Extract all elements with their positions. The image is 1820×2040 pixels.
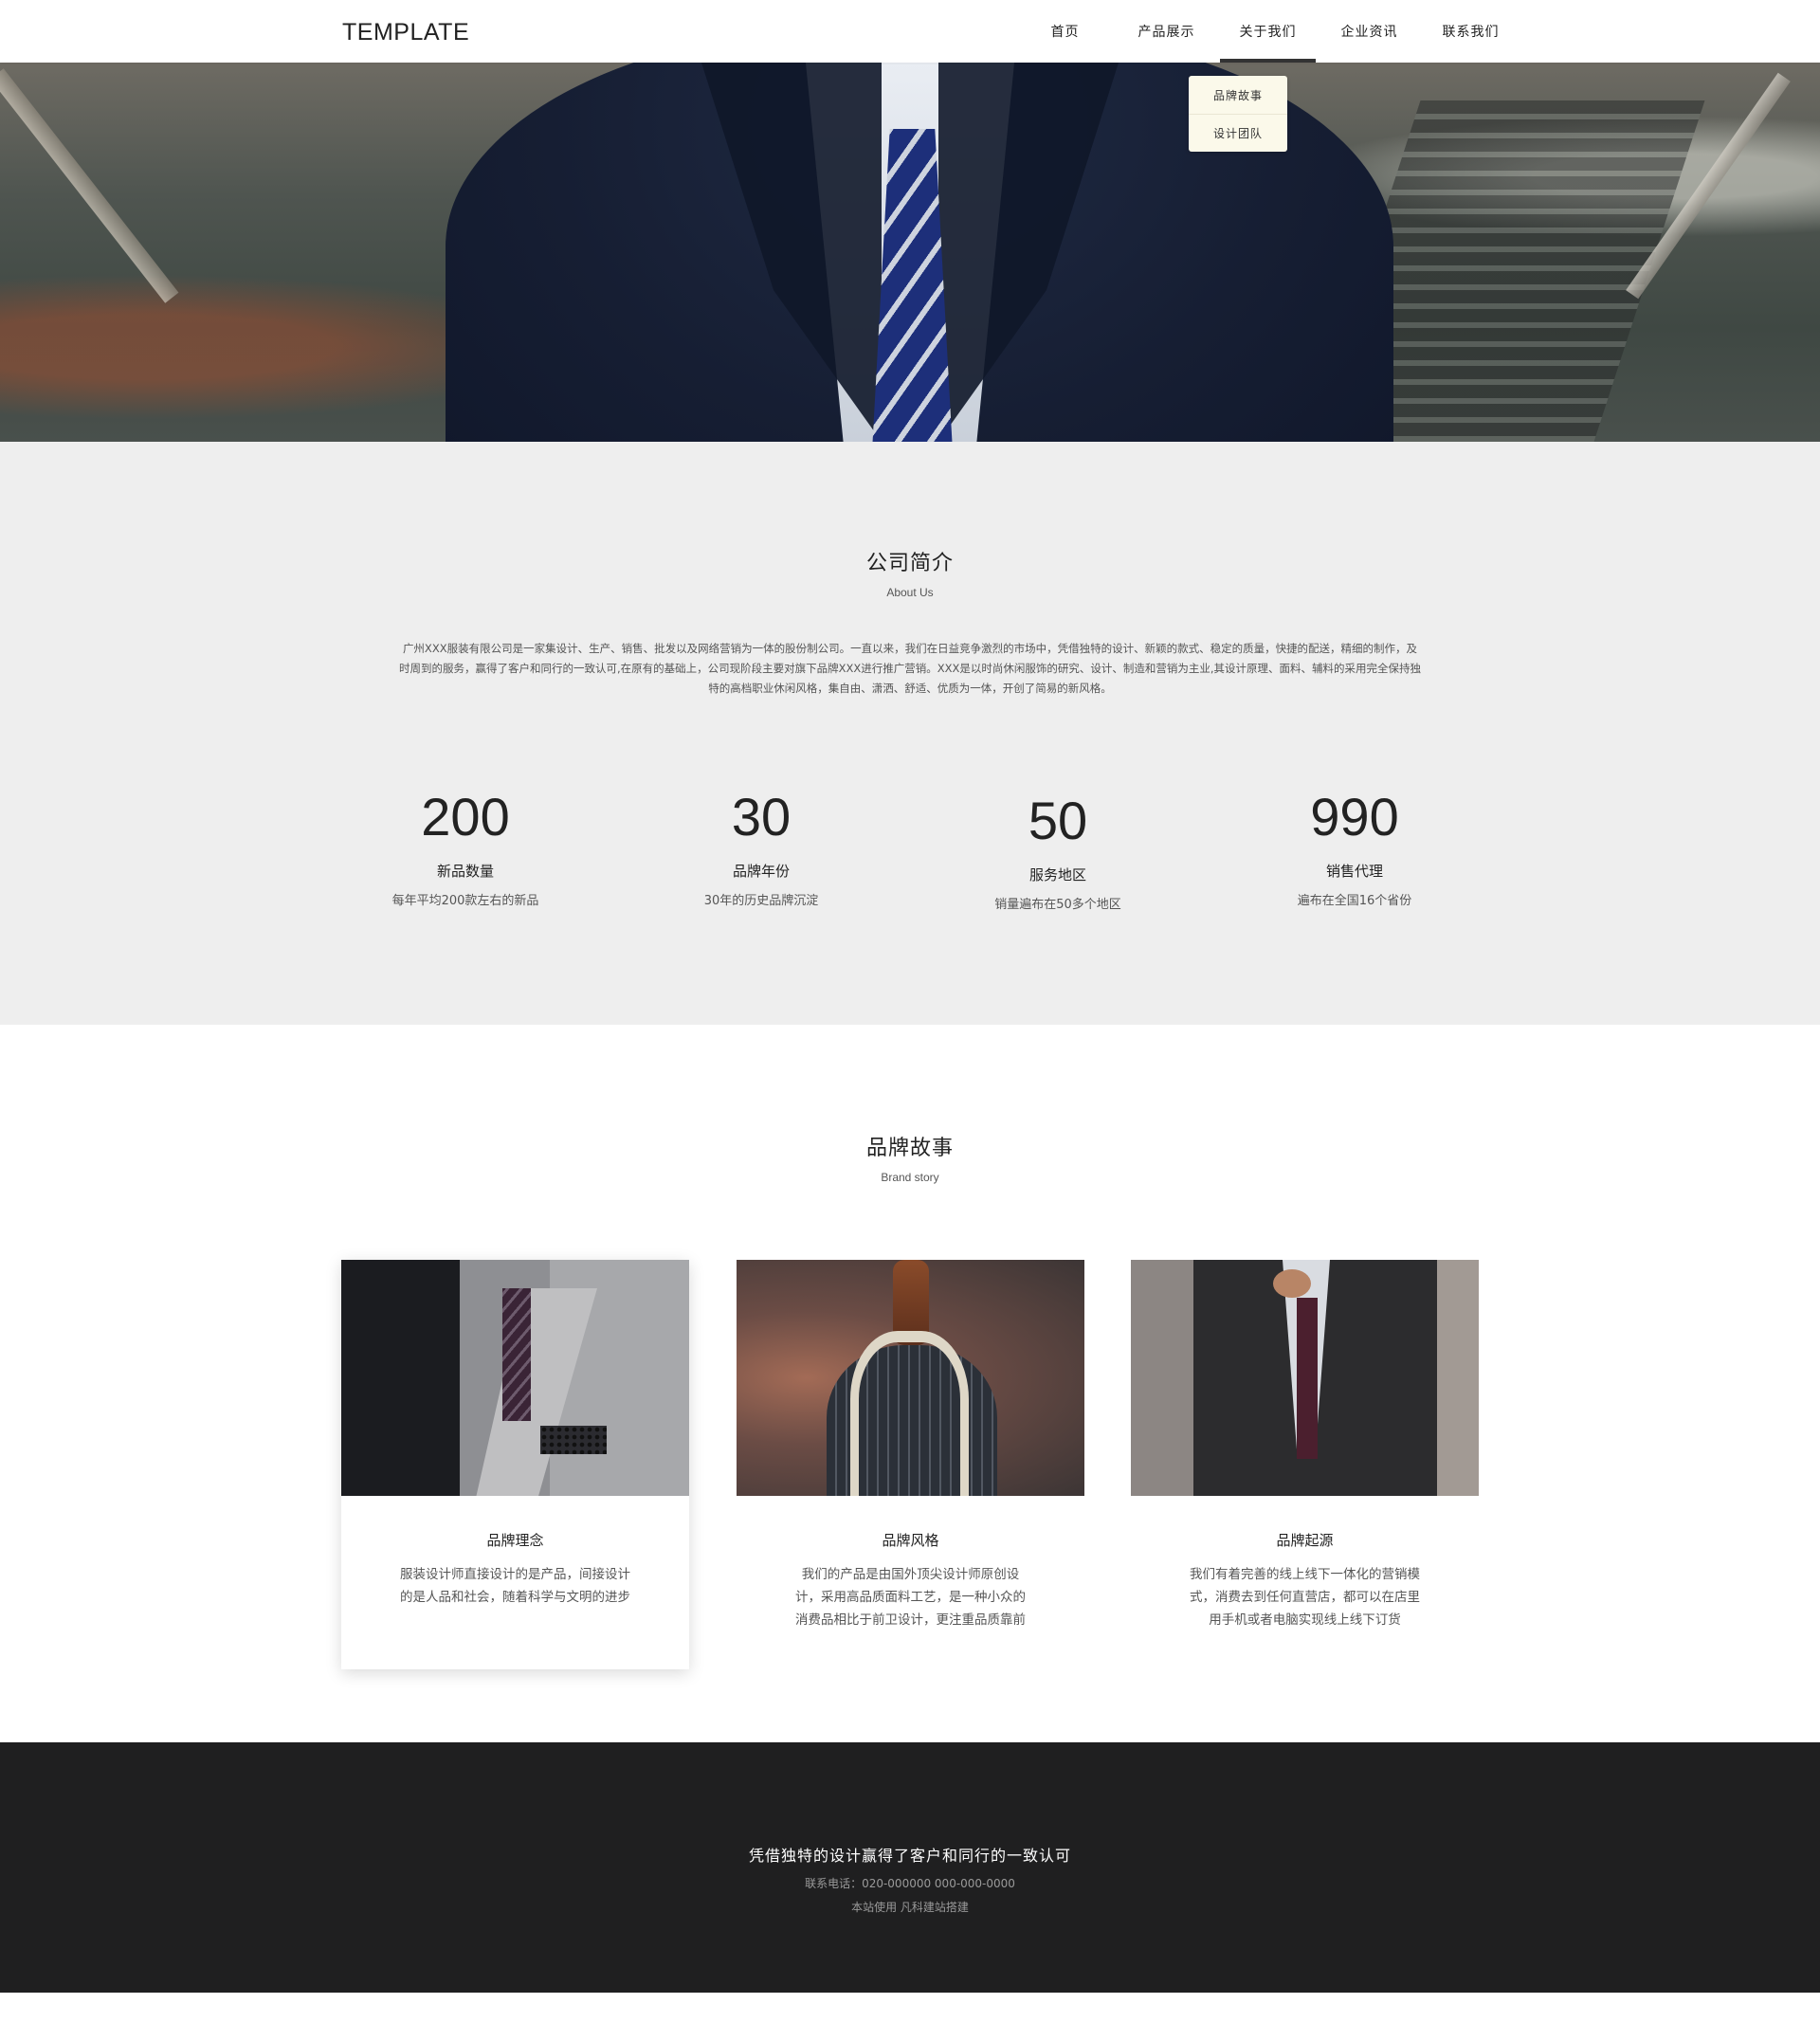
brand-card-style[interactable]: 品牌风格 我们的产品是由国外顶尖设计师原创设计，采用高品质面料工艺，是一种小众的…	[737, 1260, 1084, 1669]
stat-number: 50	[1028, 791, 1088, 850]
stat-title: 服务地区	[1028, 866, 1086, 883]
dropdown-item-design-team[interactable]: 设计团队	[1189, 114, 1287, 152]
image-pocket-square	[540, 1426, 607, 1454]
site-header: TEMPLATE 首页 产品展示 关于我们 企业资讯 联系我们	[0, 0, 1820, 63]
brand-title: 品牌故事	[865, 1137, 954, 1160]
stat-new-products: 200 新品数量 每年平均200款左右的新品	[352, 787, 579, 909]
site-footer: 凭借独特的设计赢得了客户和同行的一致认可 联系电话：020-000000 000…	[0, 1742, 1820, 1993]
nav-item-contact[interactable]: 联系我们	[1420, 0, 1521, 63]
card-title: 品牌起源	[1276, 1532, 1334, 1549]
stat-title: 新品数量	[436, 863, 494, 880]
card-text: 我们的产品是由国外顶尖设计师原创设计，采用高品质面料工艺，是一种小众的消费品相比…	[795, 1567, 1026, 1628]
nav-item-home[interactable]: 首页	[1014, 0, 1116, 63]
stat-sales-agents: 990 销售代理 遍布在全国16个省份	[1241, 787, 1468, 909]
hero-banner-image	[0, 63, 1820, 442]
stat-description: 遍布在全国16个省份	[1297, 894, 1412, 908]
stat-number: 30	[731, 787, 792, 847]
image-chin	[1273, 1269, 1311, 1298]
footer-credit[interactable]: 本站使用 凡科建站搭建	[0, 1899, 1820, 1915]
nav-item-about[interactable]: 关于我们	[1217, 0, 1319, 63]
stat-description: 30年的历史品牌沉淀	[703, 894, 819, 908]
image-tie	[1297, 1298, 1318, 1459]
about-description: 广州XXX服装有限公司是一家集设计、生产、销售、批发以及网络营销为一体的股份制公…	[398, 642, 1422, 695]
stat-title: 销售代理	[1325, 863, 1383, 880]
card-image-grey-suit	[341, 1260, 689, 1496]
about-section: 公司简介 About Us 广州XXX服装有限公司是一家集设计、生产、销售、批发…	[0, 442, 1820, 1025]
stat-description: 每年平均200款左右的新品	[391, 894, 539, 908]
brand-subtitle: Brand story	[881, 1171, 939, 1184]
footer-contact: 联系电话：020-000000 000-000-0000	[805, 1877, 1015, 1890]
site-logo[interactable]: TEMPLATE	[342, 19, 469, 46]
about-dropdown-menu: 品牌故事 设计团队	[1189, 76, 1287, 152]
stat-service-regions: 50 服务地区 销量遍布在50多个地区	[944, 791, 1172, 913]
brand-card-concept[interactable]: 品牌理念 服装设计师直接设计的是产品，间接设计的是人品和社会，随着科学与文明的进…	[341, 1260, 689, 1669]
stat-title: 品牌年份	[732, 863, 790, 880]
card-image-black-suit	[1131, 1260, 1479, 1496]
brand-card-origin[interactable]: 品牌起源 我们有着完善的线上线下一体化的营销模式，消费去到任何直营店，都可以在店…	[1131, 1260, 1479, 1669]
card-title: 品牌理念	[486, 1532, 544, 1549]
about-title: 公司简介	[865, 552, 954, 575]
image-tie	[502, 1288, 531, 1421]
main-nav: 首页 产品展示 关于我们 企业资讯 联系我们	[1014, 0, 1521, 63]
about-subtitle: About Us	[886, 586, 934, 599]
image-lapel	[474, 1288, 597, 1496]
card-title: 品牌风格	[882, 1532, 939, 1549]
brand-story-section: 品牌故事 Brand story 品牌理念 服装设计师直接设计的是产品，间接设计…	[0, 1025, 1820, 1742]
hero-railing-left	[0, 68, 179, 303]
card-text: 我们有着完善的线上线下一体化的营销模式，消费去到任何直营店，都可以在店里用手机或…	[1190, 1567, 1420, 1628]
card-text: 服装设计师直接设计的是产品，间接设计的是人品和社会，随着科学与文明的进步	[400, 1567, 630, 1605]
nav-item-news[interactable]: 企业资讯	[1319, 0, 1420, 63]
nav-item-products[interactable]: 产品展示	[1116, 0, 1217, 63]
dropdown-item-brand-story[interactable]: 品牌故事	[1189, 76, 1287, 114]
card-image-mannequin	[737, 1260, 1084, 1496]
stat-number: 990	[1310, 787, 1399, 847]
stat-number: 200	[421, 787, 510, 847]
stat-description: 销量遍布在50多个地区	[994, 898, 1121, 912]
image-measuring-tape	[850, 1331, 969, 1496]
stat-brand-years: 30 品牌年份 30年的历史品牌沉淀	[647, 787, 875, 909]
footer-slogan: 凭借独特的设计赢得了客户和同行的一致认可	[748, 1847, 1071, 1865]
